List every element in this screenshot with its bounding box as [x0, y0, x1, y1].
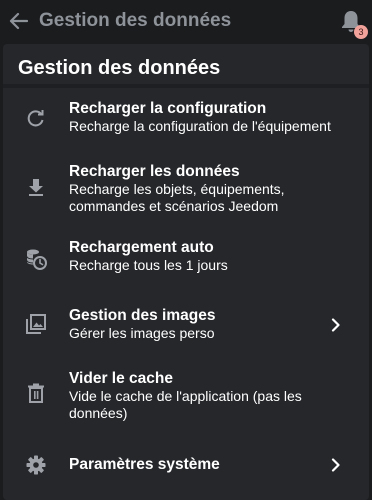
item-title: Vider le cache [69, 370, 173, 387]
clear-cache-item[interactable]: Vider le cache Vide le cache de l'applic… [3, 362, 369, 428]
item-title: Gestion des images [69, 307, 216, 324]
trash-icon [24, 381, 48, 405]
item-title: Recharger la configuration [69, 100, 267, 117]
database-clock-icon [24, 247, 48, 271]
chevron-right-icon [328, 455, 344, 475]
notification-badge: 3 [354, 25, 368, 39]
system-settings-item[interactable]: Paramètres système [3, 444, 369, 486]
item-subtitle: Vide le cache de l'application (pas les … [69, 388, 302, 421]
image-management-item[interactable]: Gestion des images Gérer les images pers… [3, 302, 369, 348]
notifications-button[interactable]: 3 [336, 6, 368, 40]
item-subtitle: Recharge tous les 1 jours [69, 257, 228, 273]
item-title: Paramètres système [69, 456, 220, 473]
settings-panel: Gestion des données Recharger la configu… [3, 44, 369, 500]
chevron-right-icon [328, 315, 344, 335]
image-multiple-icon [24, 312, 48, 336]
refresh-icon [24, 106, 48, 130]
gear-icon [24, 453, 48, 477]
panel-title: Gestion des données [18, 57, 221, 79]
item-title: Recharger les données [69, 163, 240, 180]
app-bar: Gestion des données 3 [0, 0, 372, 44]
app-bar-title: Gestion des données [39, 10, 232, 31]
auto-reload-item[interactable]: Rechargement auto Recharge tous les 1 jo… [3, 236, 369, 282]
reload-configuration-item[interactable]: Recharger la configuration Recharge la c… [3, 94, 369, 146]
item-subtitle: Recharge la configuration de l'équipemen… [69, 118, 331, 134]
item-subtitle: Recharge les objets, équipements, comman… [69, 181, 285, 214]
item-subtitle: Gérer les images perso [69, 325, 215, 341]
download-icon [24, 175, 48, 199]
item-title: Rechargement auto [69, 239, 214, 256]
arrow-left-icon [8, 12, 28, 30]
header-divider [3, 84, 369, 88]
back-button[interactable] [4, 6, 32, 36]
reload-data-item[interactable]: Recharger les données Recharge les objet… [3, 159, 369, 219]
